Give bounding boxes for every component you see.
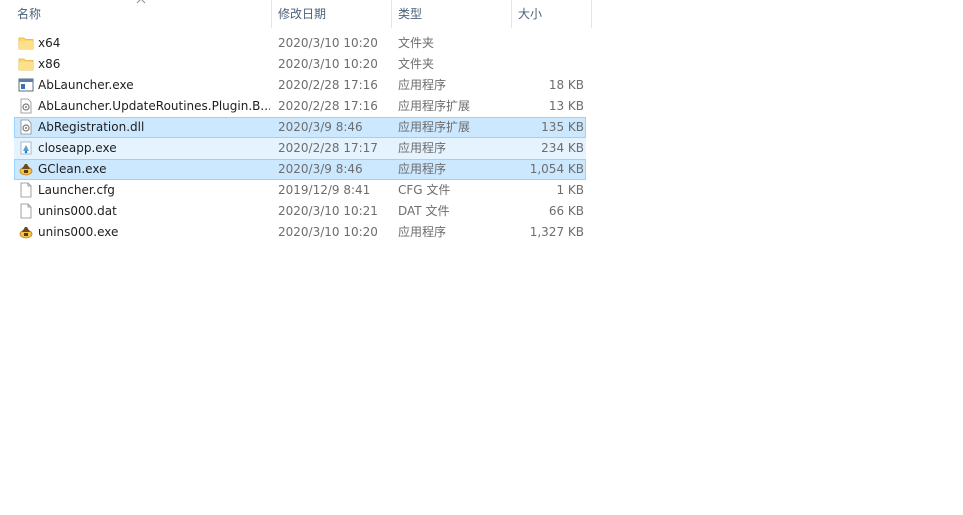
file-row[interactable]: x64 2020/3/10 10:20 文件夹 [14,33,586,54]
file-name: GClean.exe [38,162,107,176]
column-header-size[interactable]: 大小 [511,0,592,28]
folder-icon [18,56,34,72]
file-size: 1,327 KB [529,225,584,239]
file-size: 66 KB [548,204,584,218]
file-name: closeapp.exe [38,141,117,155]
file-name: AbRegistration.dll [38,120,145,134]
file-type: 应用程序 [398,162,447,176]
file-name: Launcher.cfg [38,183,115,197]
file-size: 1 KB [556,183,584,197]
file-size: 234 KB [541,141,584,155]
closeapp-icon [18,140,34,156]
file-date: 2020/3/10 10:20 [278,225,378,239]
blank-file-icon [18,182,34,198]
file-date: 2020/2/28 17:17 [278,141,378,155]
installer-icon [18,224,34,240]
file-size: 13 KB [548,99,584,113]
folder-icon [18,35,34,51]
column-divider[interactable] [591,0,592,28]
file-type: DAT 文件 [398,204,450,218]
file-type: CFG 文件 [398,183,451,197]
file-size: 1,054 KB [529,162,584,176]
file-row-hover[interactable]: closeapp.exe 2020/2/28 17:17 应用程序 234 KB [14,138,586,159]
file-date: 2020/2/28 17:16 [278,78,378,92]
dll-gear-icon [18,98,34,114]
file-row-selected[interactable]: AbRegistration.dll 2020/3/9 8:46 应用程序扩展 … [14,117,586,138]
file-size [512,55,584,74]
file-size [512,34,584,53]
file-row[interactable]: Launcher.cfg 2019/12/9 8:41 CFG 文件 1 KB [14,180,586,201]
file-date: 2020/2/28 17:16 [278,99,378,113]
file-name: AbLauncher.UpdateRoutines.Plugin.B... [38,99,270,113]
file-name: x64 [38,36,61,50]
file-explorer: 名称 修改日期 类型 大小 x64 2020/3/10 10:20 文件夹 x8… [0,0,963,515]
file-name: x86 [38,57,61,71]
file-name: unins000.exe [38,225,119,239]
file-type: 应用程序扩展 [398,99,471,113]
file-type: 应用程序 [398,78,447,92]
installer-icon [18,161,34,177]
file-type: 应用程序 [398,225,447,239]
file-row[interactable]: x86 2020/3/10 10:20 文件夹 [14,54,586,75]
sort-ascending-icon [136,0,146,4]
blank-file-icon [18,203,34,219]
file-date: 2019/12/9 8:41 [278,183,371,197]
column-header-row: 名称 修改日期 类型 大小 [0,0,592,28]
file-date: 2020/3/9 8:46 [278,120,363,134]
file-type: 文件夹 [398,57,435,71]
file-type: 文件夹 [398,36,435,50]
application-window-icon [18,77,34,93]
file-row[interactable]: unins000.dat 2020/3/10 10:21 DAT 文件 66 K… [14,201,586,222]
file-row-selected[interactable]: GClean.exe 2020/3/9 8:46 应用程序 1,054 KB [14,159,586,180]
file-name: unins000.dat [38,204,117,218]
file-type: 应用程序扩展 [398,120,471,134]
file-row[interactable]: unins000.exe 2020/3/10 10:20 应用程序 1,327 … [14,222,586,243]
file-type: 应用程序 [398,141,447,155]
column-header-date[interactable]: 修改日期 [271,0,391,28]
file-size: 135 KB [541,120,584,134]
file-size: 18 KB [548,78,584,92]
column-header-type[interactable]: 类型 [391,0,511,28]
file-row[interactable]: AbLauncher.UpdateRoutines.Plugin.B... 20… [14,96,586,117]
file-list: x64 2020/3/10 10:20 文件夹 x86 2020/3/10 10… [0,33,592,243]
file-name: AbLauncher.exe [38,78,134,92]
file-row[interactable]: AbLauncher.exe 2020/2/28 17:16 应用程序 18 K… [14,75,586,96]
dll-gear-icon [18,119,34,135]
file-date: 2020/3/10 10:21 [278,204,378,218]
file-date: 2020/3/9 8:46 [278,162,363,176]
file-date: 2020/3/10 10:20 [278,57,378,71]
file-date: 2020/3/10 10:20 [278,36,378,50]
